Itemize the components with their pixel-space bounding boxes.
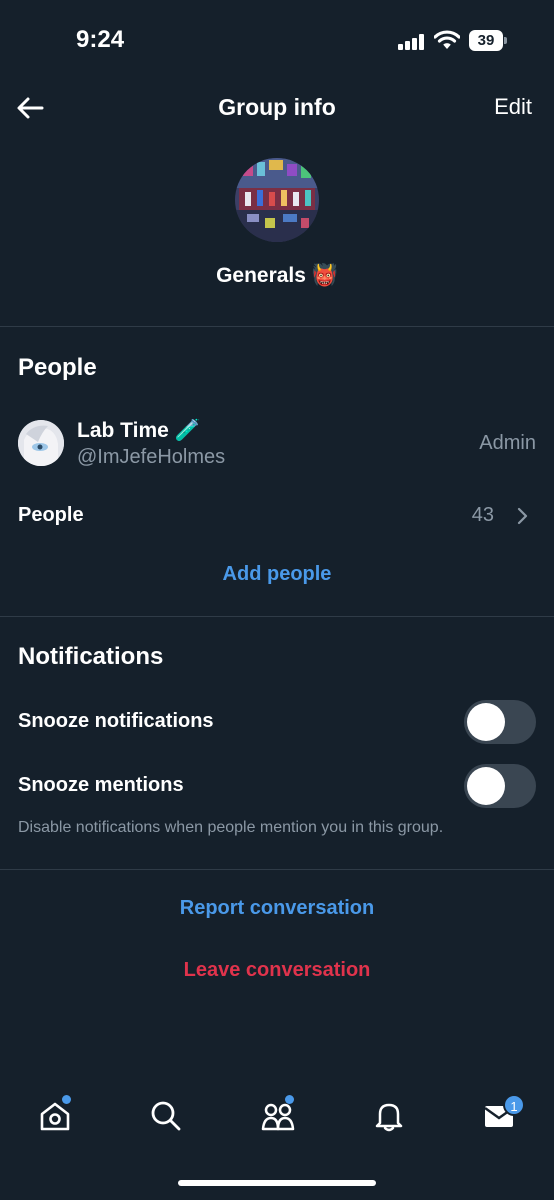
notifications-section-title: Notifications	[18, 643, 164, 670]
home-indicator	[178, 1180, 376, 1186]
home-notification-dot	[62, 1095, 71, 1104]
member-handle: @ImJefeHolmes	[77, 446, 226, 468]
group-avatar	[235, 158, 319, 242]
snooze-notifications-toggle[interactable]	[464, 700, 536, 744]
people-section-title: People	[18, 354, 97, 381]
snooze-mentions-toggle[interactable]	[464, 764, 536, 808]
people-label: People	[18, 504, 84, 526]
group-info-screen: 9:24 39 Group info Edit Generals 👹 Peopl…	[0, 0, 554, 1200]
home-icon	[40, 1102, 70, 1131]
report-conversation-button[interactable]: Report conversation	[0, 897, 554, 920]
leave-conversation-button[interactable]: Leave conversation	[0, 959, 554, 982]
status-bar: 9:24 39	[0, 0, 554, 80]
edit-button[interactable]: Edit	[494, 94, 532, 120]
people-count: 43	[471, 504, 494, 526]
cellular-signal-icon	[398, 34, 426, 50]
tab-communities[interactable]	[248, 1080, 308, 1152]
communities-notification-dot	[285, 1095, 294, 1104]
status-time: 9:24	[76, 26, 125, 53]
wifi-icon	[433, 30, 461, 50]
tab-messages[interactable]: 1	[469, 1080, 529, 1152]
divider	[0, 326, 554, 327]
bell-icon	[375, 1103, 403, 1132]
battery-icon: 39	[469, 30, 507, 51]
tab-notifications[interactable]	[359, 1080, 419, 1152]
tab-home[interactable]	[25, 1080, 85, 1152]
avatar[interactable]	[18, 420, 64, 466]
chevron-right-icon	[517, 507, 528, 525]
group-name: Generals 👹	[216, 264, 338, 287]
messages-unread-badge: 1	[503, 1094, 525, 1116]
toggle-knob	[467, 703, 505, 741]
people-count-row[interactable]: People 43	[0, 494, 554, 538]
snooze-mentions-label: Snooze mentions	[18, 774, 184, 796]
snooze-notifications-label: Snooze notifications	[18, 710, 214, 732]
search-icon	[151, 1101, 181, 1131]
toggle-knob	[467, 767, 505, 805]
divider	[0, 616, 554, 617]
member-role-badge: Admin	[479, 432, 536, 454]
tab-search[interactable]	[136, 1080, 196, 1152]
battery-level: 39	[469, 30, 503, 51]
header: Group info Edit	[0, 80, 554, 136]
snooze-mentions-hint: Disable notifications when people mentio…	[18, 819, 444, 836]
communities-icon	[261, 1103, 295, 1131]
divider	[0, 869, 554, 870]
page-title: Group info	[218, 94, 336, 120]
add-people-button[interactable]: Add people	[0, 563, 554, 586]
bottom-tab-bar: 1	[0, 1080, 554, 1152]
member-name[interactable]: Lab Time 🧪	[77, 419, 201, 443]
